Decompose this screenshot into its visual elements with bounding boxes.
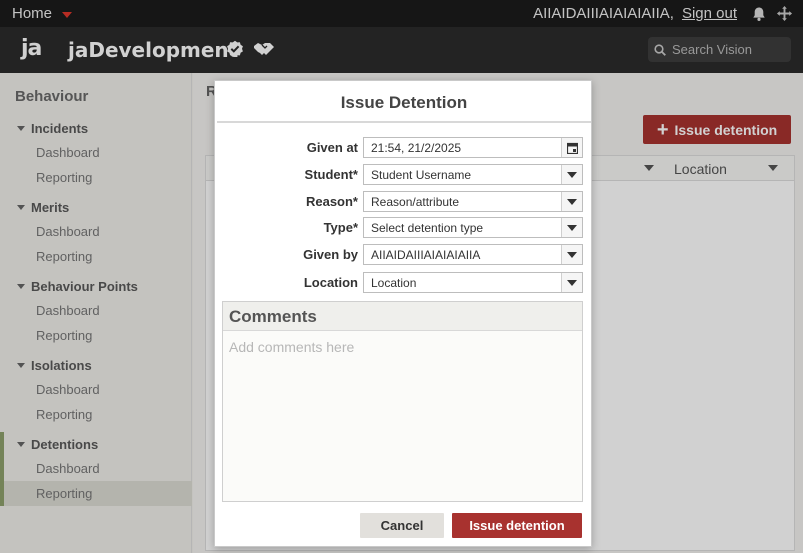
issue-detention-dialog: Issue Detention Given at 21:54, 21/2/202… (214, 80, 592, 547)
field-label: Student* (304, 167, 358, 182)
chevron-down-icon (567, 198, 577, 205)
field-label: Given at (306, 140, 358, 155)
field-reason: Reason* Reason/attribute (215, 191, 593, 213)
calendar-icon[interactable] (561, 138, 582, 157)
given-by-select[interactable]: AIIAIDAIIIAIAIAIAIIA (363, 244, 583, 265)
student-select[interactable]: Student Username (363, 164, 583, 185)
field-value: Location (371, 276, 417, 290)
field-label: Type* (323, 220, 358, 235)
type-select[interactable]: Select detention type (363, 217, 583, 238)
divider (217, 121, 591, 123)
dialog-title: Issue Detention (340, 93, 468, 112)
chevron-down-icon (567, 251, 577, 258)
location-select[interactable]: Location (363, 272, 583, 293)
field-label: Given by (303, 247, 358, 262)
dropdown-toggle[interactable] (561, 273, 582, 292)
chevron-down-icon (567, 171, 577, 178)
field-value: Student Username (371, 168, 472, 182)
comments-textarea[interactable] (223, 331, 582, 501)
field-value: Select detention type (371, 221, 484, 235)
dropdown-toggle[interactable] (561, 218, 582, 237)
field-value: 21:54, 21/2/2025 (371, 141, 462, 155)
dropdown-toggle[interactable] (561, 165, 582, 184)
chevron-down-icon (567, 224, 577, 231)
dropdown-toggle[interactable] (561, 245, 582, 264)
given-at-datetime-input[interactable]: 21:54, 21/2/2025 (363, 137, 583, 158)
field-given-at: Given at 21:54, 21/2/2025 (215, 137, 593, 159)
field-given-by: Given by AIIAIDAIIIAIAIAIAIIA (215, 244, 593, 266)
field-value: Reason/attribute (371, 195, 460, 209)
field-label: Reason* (305, 194, 358, 209)
reason-select[interactable]: Reason/attribute (363, 191, 583, 212)
chevron-down-icon (567, 279, 577, 286)
field-location: Location Location (215, 272, 593, 294)
field-label: Location (303, 275, 358, 290)
field-type: Type* Select detention type (215, 217, 593, 239)
field-value: AIIAIDAIIIAIAIAIAIIA (371, 248, 481, 262)
comments-panel: Comments (222, 301, 583, 502)
issue-detention-submit-button[interactable]: Issue detention (452, 513, 582, 538)
dropdown-toggle[interactable] (561, 192, 582, 211)
cancel-button[interactable]: Cancel (360, 513, 444, 538)
comments-title: Comments (223, 302, 582, 331)
field-student: Student* Student Username (215, 164, 593, 186)
